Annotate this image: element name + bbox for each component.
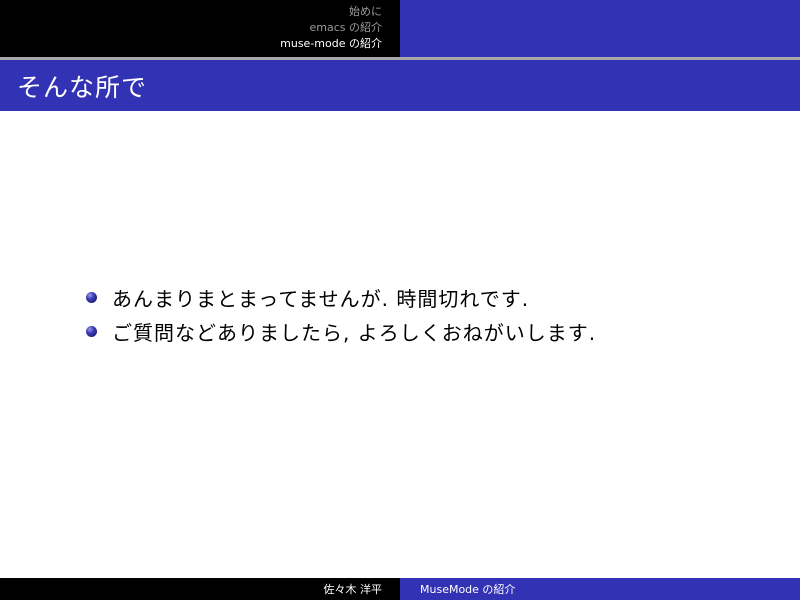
footer-title-panel: MuseMode の紹介 — [400, 578, 800, 600]
nav-section-introduction[interactable]: 始めに — [349, 4, 382, 20]
section-navigation-bar: 始めに emacs の紹介 muse-mode の紹介 — [0, 0, 800, 57]
nav-section-emacs[interactable]: emacs の紹介 — [310, 20, 383, 36]
footer-author-panel: 佐々木 洋平 — [0, 578, 400, 600]
footer-short-title: MuseMode の紹介 — [420, 583, 516, 596]
footer-author: 佐々木 洋平 — [323, 583, 383, 596]
navigation-bar-right-panel — [400, 0, 800, 57]
bullet-list: あんまりまとまってませんが. 時間切れです. ご質問などありましたら, よろしく… — [86, 280, 596, 348]
frame-title-bar: そんな所で — [0, 60, 800, 111]
bullet-item: ご質問などありましたら, よろしくおねがいします. — [86, 314, 596, 348]
footer-bar: 佐々木 洋平 MuseMode の紹介 — [0, 578, 800, 600]
bullet-text: あんまりまとまってませんが. 時間切れです. — [112, 286, 530, 311]
bullet-ball-icon — [86, 325, 97, 337]
slide: 始めに emacs の紹介 muse-mode の紹介 そんな所で あんまりまと… — [0, 0, 800, 600]
section-navigation: 始めに emacs の紹介 muse-mode の紹介 — [0, 0, 400, 57]
nav-section-muse-mode[interactable]: muse-mode の紹介 — [280, 36, 382, 52]
frame-title: そんな所で — [17, 72, 148, 102]
bullet-text: ご質問などありましたら, よろしくおねがいします. — [112, 320, 597, 345]
bullet-ball-icon — [86, 291, 97, 303]
bullet-item: あんまりまとまってませんが. 時間切れです. — [86, 280, 596, 314]
